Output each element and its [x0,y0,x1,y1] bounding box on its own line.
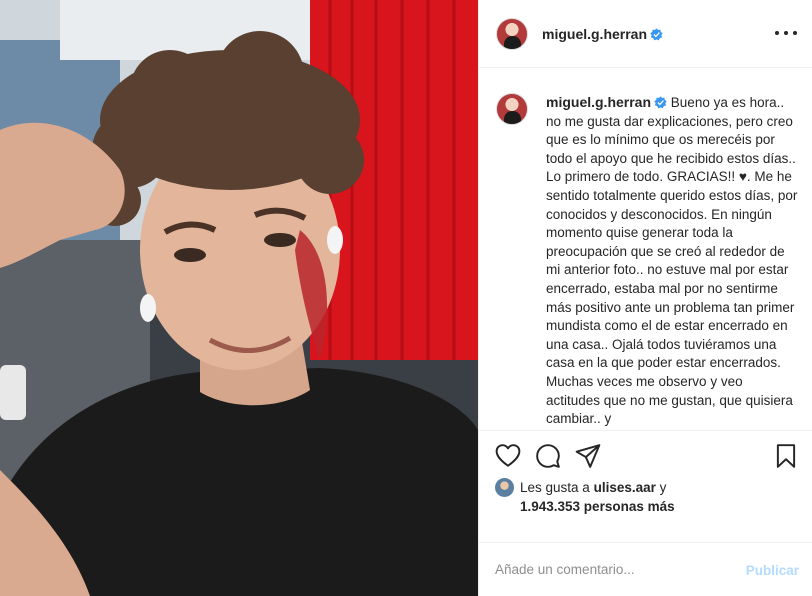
publish-button[interactable]: Publicar [746,563,799,578]
bookmark-icon[interactable] [773,443,799,469]
action-row [495,443,799,469]
likes-conjunction: y [659,480,667,495]
header-username-text[interactable]: miguel.g.herran [542,26,647,42]
likes-summary: Les gusta a ulises.aar y 1.943.353 perso… [495,478,795,516]
comment-icon[interactable] [535,443,561,469]
liker-avatar[interactable] [495,478,514,497]
more-options-icon[interactable] [775,22,797,44]
comment-input[interactable] [495,562,735,577]
liker-username[interactable]: ulises.aar [594,480,656,495]
selfie-image [0,0,478,596]
caption-username[interactable]: miguel.g.herran [546,94,667,110]
likes-prefix: Les gusta a [520,480,590,495]
caption-username-text[interactable]: miguel.g.herran [546,94,651,110]
likes-count-link[interactable]: 1.943.353 personas más [520,499,675,514]
post-side-panel: miguel.g.herran miguel.g.herran Bueno ya… [478,0,812,596]
post-photo[interactable] [0,0,478,596]
post-header: miguel.g.herran [479,0,812,68]
paper-plane-icon[interactable] [575,443,601,469]
caption: miguel.g.herran Bueno ya es hora.. no me… [546,93,800,429]
verified-badge-icon [654,96,667,109]
post-actions: Les gusta a ulises.aar y 1.943.353 perso… [479,430,812,542]
comment-bar: Publicar [479,542,812,596]
profile-avatar[interactable] [496,17,528,50]
heart-icon[interactable] [495,443,521,469]
caption-avatar[interactable] [496,93,528,125]
header-username[interactable]: miguel.g.herran [542,26,663,42]
caption-text: Bueno ya es hora.. no me gusta dar expli… [546,95,798,427]
verified-badge-icon [650,27,663,40]
caption-area: miguel.g.herran Bueno ya es hora.. no me… [479,69,812,429]
